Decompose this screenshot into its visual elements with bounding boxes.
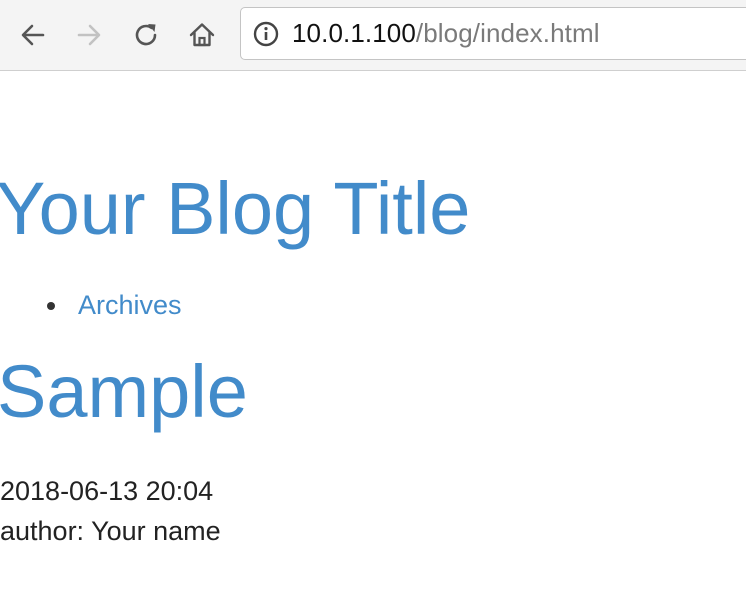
archives-link[interactable]: Archives	[78, 289, 182, 321]
post-meta: 2018-06-13 20:04 author: Your name	[0, 471, 221, 551]
reload-button[interactable]	[127, 16, 165, 54]
address-bar[interactable]: 10.0.1.100/blog/index.html	[240, 7, 746, 60]
info-circle-icon[interactable]	[252, 20, 280, 48]
post-title[interactable]: Sample	[0, 355, 248, 429]
browser-toolbar: 10.0.1.100/blog/index.html	[0, 0, 746, 71]
blog-title[interactable]: Your Blog Title	[0, 172, 470, 246]
post-author: author: Your name	[0, 516, 221, 546]
reload-icon	[135, 24, 157, 46]
url-host: 10.0.1.100	[292, 18, 416, 48]
post-date: 2018-06-13 20:04	[0, 476, 214, 506]
url-text[interactable]: 10.0.1.100/blog/index.html	[292, 18, 600, 49]
bullet-icon	[47, 302, 55, 310]
home-icon	[189, 23, 215, 47]
arrow-right-icon	[77, 24, 101, 46]
arrow-left-icon	[21, 24, 45, 46]
home-button[interactable]	[183, 16, 221, 54]
forward-button[interactable]	[70, 16, 108, 54]
url-path: /blog/index.html	[415, 18, 600, 48]
back-button[interactable]	[14, 16, 52, 54]
